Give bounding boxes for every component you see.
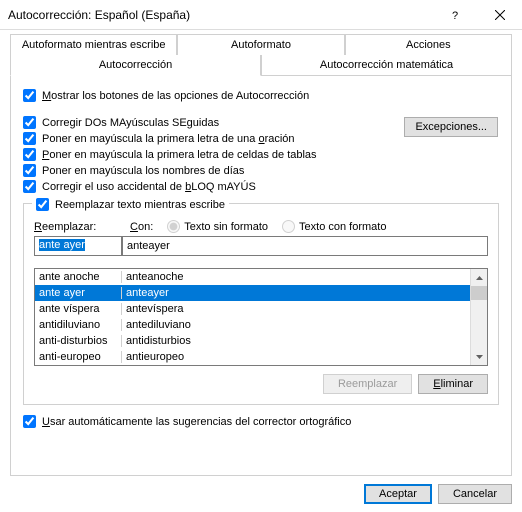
check-auto-suggest[interactable]: Usar automáticamente las sugerencias del…: [23, 415, 499, 428]
help-button[interactable]: ?: [432, 0, 477, 30]
list-item[interactable]: ante vísperaantevíspera: [35, 301, 470, 317]
check-day-names[interactable]: Poner en mayúscula los nombres de días: [23, 164, 499, 177]
check-replace-typing[interactable]: Reemplazar texto mientras escribe: [32, 198, 229, 211]
check-first-cell[interactable]: Poner en mayúscula la primera letra de c…: [23, 148, 499, 161]
cancel-button[interactable]: Cancelar: [438, 484, 512, 504]
replacement-list[interactable]: ante anocheanteanocheante ayeranteayeran…: [34, 268, 488, 366]
tab-math-autocorrect[interactable]: Autocorrección matemática: [261, 55, 512, 76]
scrollbar[interactable]: [470, 269, 487, 365]
tab-autoformat[interactable]: Autoformato: [177, 34, 344, 55]
tab-autoformat-typing[interactable]: Autoformato mientras escribe: [10, 34, 177, 55]
window-title: Autocorrección: Español (España): [8, 8, 432, 22]
list-item[interactable]: ante anocheanteanoche: [35, 269, 470, 285]
delete-button[interactable]: Eliminar: [418, 374, 488, 394]
exceptions-button[interactable]: Excepciones...: [404, 117, 498, 137]
list-item[interactable]: antidiluvianoantediluviano: [35, 317, 470, 333]
svg-text:?: ?: [452, 10, 458, 20]
replace-button: Reemplazar: [323, 374, 412, 394]
list-item[interactable]: anti-disturbiosantidisturbios: [35, 333, 470, 349]
radio-formatted-text: Texto con formato: [282, 220, 386, 233]
with-label: Con:: [130, 221, 153, 233]
replace-input[interactable]: ante ayer: [34, 236, 122, 256]
list-item[interactable]: ante ayeranteayer: [35, 285, 470, 301]
list-item[interactable]: anti-europeoantieuropeo: [35, 349, 470, 365]
check-caps-lock[interactable]: Corregir el uso accidental de bLOQ mAYÚS: [23, 180, 499, 193]
with-input[interactable]: [122, 236, 488, 256]
replace-label: Reemplazar:: [34, 221, 116, 233]
close-button[interactable]: [477, 0, 522, 30]
radio-plain-text: Texto sin formato: [167, 220, 268, 233]
scroll-thumb[interactable]: [471, 286, 487, 300]
scroll-up[interactable]: [471, 269, 487, 286]
tab-actions[interactable]: Acciones: [345, 34, 512, 55]
scroll-down[interactable]: [471, 348, 487, 365]
tab-autocorrect[interactable]: Autocorrección: [10, 55, 261, 76]
check-show-buttons[interactable]: Mostrar los botones de las opciones de A…: [23, 89, 499, 102]
ok-button[interactable]: Aceptar: [364, 484, 432, 504]
